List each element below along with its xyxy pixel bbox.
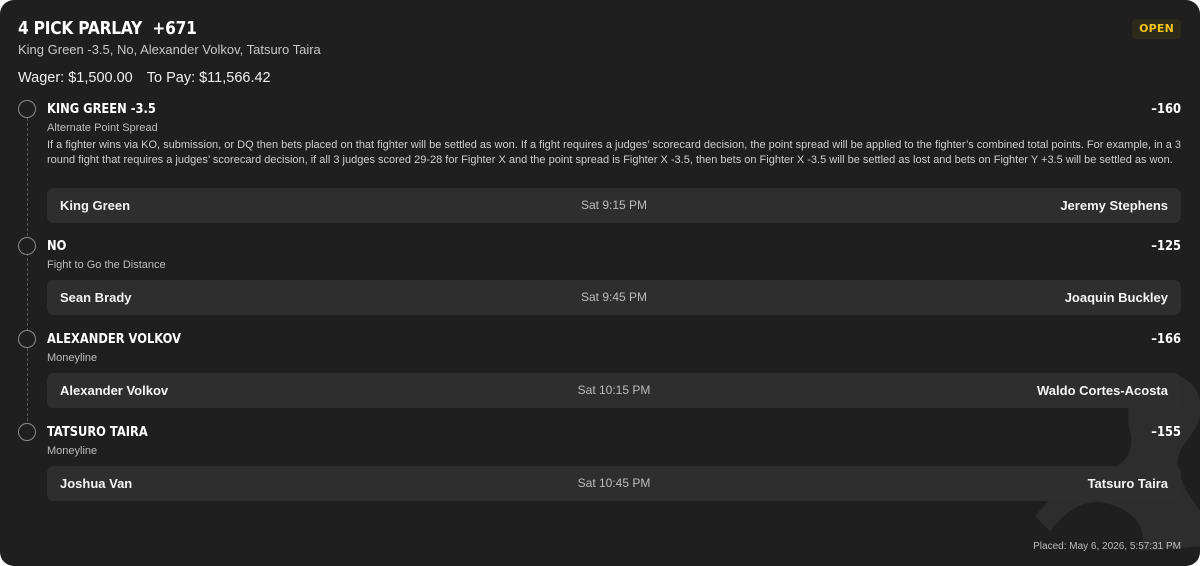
away-fighter: Joaquin Buckley [1064, 290, 1168, 305]
leg-pick: TATSURO TAIRA [47, 424, 148, 440]
leg-market: Moneyline [47, 352, 98, 364]
event-time: Sat 9:45 PM [580, 290, 648, 304]
leg-status-circle-icon [18, 100, 36, 118]
leg-status-circle-icon [18, 423, 36, 441]
bet-summary: King Green -3.5, No, Alexander Volkov, T… [18, 42, 321, 57]
leg-odds: –160 [1151, 101, 1181, 117]
matchup-row[interactable]: Joshua Van Sat 10:45 PM Tatsuro Taira [47, 466, 1181, 501]
to-pay-amount: To Pay: $11,566.42 [146, 70, 271, 86]
leg-pick: KING GREEN -3.5 [47, 101, 156, 117]
away-fighter: Tatsuro Taira [1087, 476, 1168, 491]
leg-4: TATSURO TAIRA –155 Moneyline Joshua Van … [0, 423, 1200, 503]
wager-line: Wager: $1,500.00 To Pay: $11,566.42 [18, 70, 271, 86]
bet-odds: +671 [152, 18, 197, 39]
leg-2: NO –125 Fight to Go the Distance Sean Br… [0, 237, 1200, 317]
leg-odds: –125 [1151, 238, 1181, 254]
leg-odds: –166 [1151, 331, 1181, 347]
leg-pick: NO [47, 238, 67, 254]
event-time: Sat 10:15 PM [577, 383, 651, 397]
leg-rules-text: If a fighter wins via KO, submission, or… [47, 139, 1182, 166]
placed-timestamp: Placed: May 6, 2026, 5:57:31 PM [1033, 541, 1181, 552]
bet-type: 4 PICK PARLAY [18, 18, 143, 39]
away-fighter: Waldo Cortes-Acosta [1037, 383, 1168, 398]
leg-odds: –155 [1151, 424, 1181, 440]
away-fighter: Jeremy Stephens [1060, 198, 1168, 213]
event-time: Sat 10:45 PM [577, 476, 651, 490]
leg-pick: ALEXANDER VOLKOV [47, 331, 182, 347]
leg-market: Alternate Point Spread [47, 122, 158, 134]
leg-market: Moneyline [47, 445, 98, 457]
bet-card: 4 PICK PARLAY +671 OPEN King Green -3.5,… [0, 0, 1200, 566]
status-badge: OPEN [1132, 19, 1181, 39]
leg-status-circle-icon [18, 237, 36, 255]
matchup-row[interactable]: King Green Sat 9:15 PM Jeremy Stephens [47, 188, 1181, 223]
matchup-row[interactable]: Alexander Volkov Sat 10:15 PM Waldo Cort… [47, 373, 1181, 408]
leg-3: ALEXANDER VOLKOV –166 Moneyline Alexande… [0, 330, 1200, 410]
leg-market: Fight to Go the Distance [47, 259, 166, 271]
leg-1: KING GREEN -3.5 –160 Alternate Point Spr… [0, 100, 1200, 225]
event-time: Sat 9:15 PM [580, 198, 648, 212]
bet-title: 4 PICK PARLAY +671 [18, 18, 197, 42]
wager-amount: Wager: $1,500.00 [18, 70, 133, 86]
leg-status-circle-icon [18, 330, 36, 348]
matchup-row[interactable]: Sean Brady Sat 9:45 PM Joaquin Buckley [47, 280, 1181, 315]
